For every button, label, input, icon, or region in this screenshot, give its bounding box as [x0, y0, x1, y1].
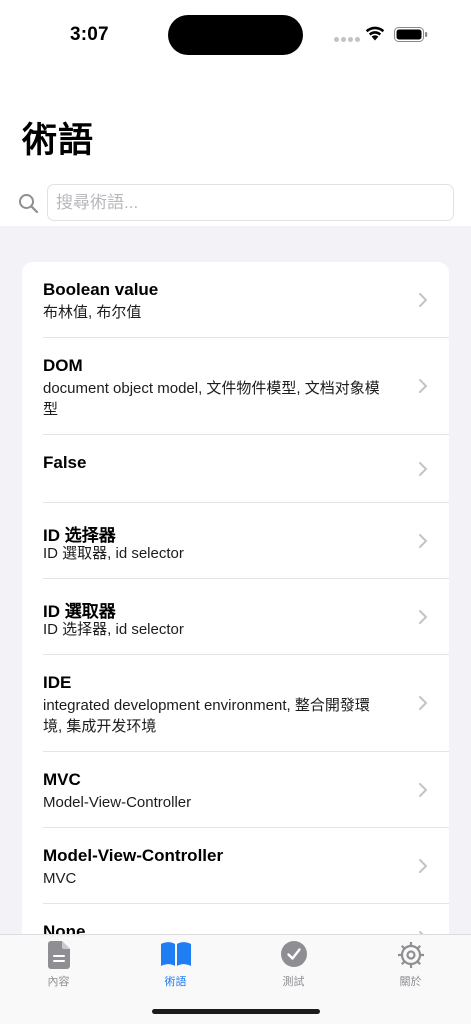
term-subtitle: ID 選取器, id selector	[43, 545, 184, 562]
term-subtitle: ID 选择器, id selector	[43, 621, 184, 638]
tab-label: 術語	[164, 976, 187, 988]
term-title: Boolean value	[43, 280, 159, 299]
term-title: IDE	[43, 673, 72, 692]
dynamic-island	[168, 15, 303, 55]
terms-list: Boolean value 布林值, 布尔值 DOM document obje…	[22, 262, 449, 982]
tab-about[interactable]: 關於	[352, 935, 469, 995]
document-icon	[47, 941, 70, 969]
term-row-ide[interactable]: IDE integrated development environment, …	[22, 655, 449, 752]
chevron-right-icon	[419, 696, 427, 710]
status-bar: 3:07	[0, 0, 471, 64]
tab-label: 測試	[282, 976, 305, 988]
tab-content[interactable]: 內容	[0, 935, 117, 995]
term-row-dom[interactable]: DOM document object model, 文件物件模型, 文档对象模…	[22, 338, 449, 435]
term-row-false[interactable]: False	[22, 435, 449, 503]
chevron-right-icon	[419, 610, 427, 624]
chevron-right-icon	[419, 293, 427, 307]
term-title: DOM	[43, 356, 83, 375]
term-subtitle: integrated development environment, 整合開發…	[43, 697, 370, 735]
status-time: 3:07	[70, 24, 109, 45]
term-row-boolean-value[interactable]: Boolean value 布林值, 布尔值	[22, 262, 449, 338]
tab-label: 內容	[47, 976, 70, 988]
term-row-mvc[interactable]: MVC Model-View-Controller	[22, 752, 449, 828]
term-subtitle: MVC	[43, 870, 77, 887]
battery-icon	[394, 27, 428, 42]
cellular-signal-icon	[334, 37, 360, 42]
term-row-id-selector-traditional[interactable]: ID 選取器 ID 选择器, id selector	[22, 579, 449, 655]
tab-terms[interactable]: 術語	[117, 935, 234, 995]
search-bar	[0, 184, 471, 224]
search-icon	[19, 194, 39, 214]
search-input[interactable]	[47, 184, 454, 221]
term-title: False	[43, 453, 87, 472]
chevron-right-icon	[419, 859, 427, 873]
checkmark-circle-icon	[280, 941, 307, 967]
book-icon	[160, 942, 191, 966]
term-title: Model-View-Controller	[43, 846, 224, 865]
chevron-right-icon	[419, 534, 427, 548]
term-subtitle: Model-View-Controller	[43, 794, 192, 811]
gear-icon	[397, 942, 424, 968]
page-title: 術語	[22, 121, 95, 160]
chevron-right-icon	[419, 783, 427, 797]
home-indicator	[152, 1009, 320, 1014]
wifi-icon	[365, 26, 385, 41]
tab-quiz[interactable]: 測試	[235, 935, 352, 995]
term-row-model-view-controller[interactable]: Model-View-Controller MVC	[22, 828, 449, 904]
tab-label: 關於	[399, 976, 422, 988]
term-subtitle: 布林值, 布尔值	[43, 304, 142, 321]
term-title: MVC	[43, 770, 81, 789]
chevron-right-icon	[419, 379, 427, 393]
chevron-right-icon	[419, 462, 427, 476]
term-row-id-selector-simplified[interactable]: ID 选择器 ID 選取器, id selector	[22, 503, 449, 579]
term-subtitle: document object model, 文件物件模型, 文档对象模型	[43, 380, 380, 418]
